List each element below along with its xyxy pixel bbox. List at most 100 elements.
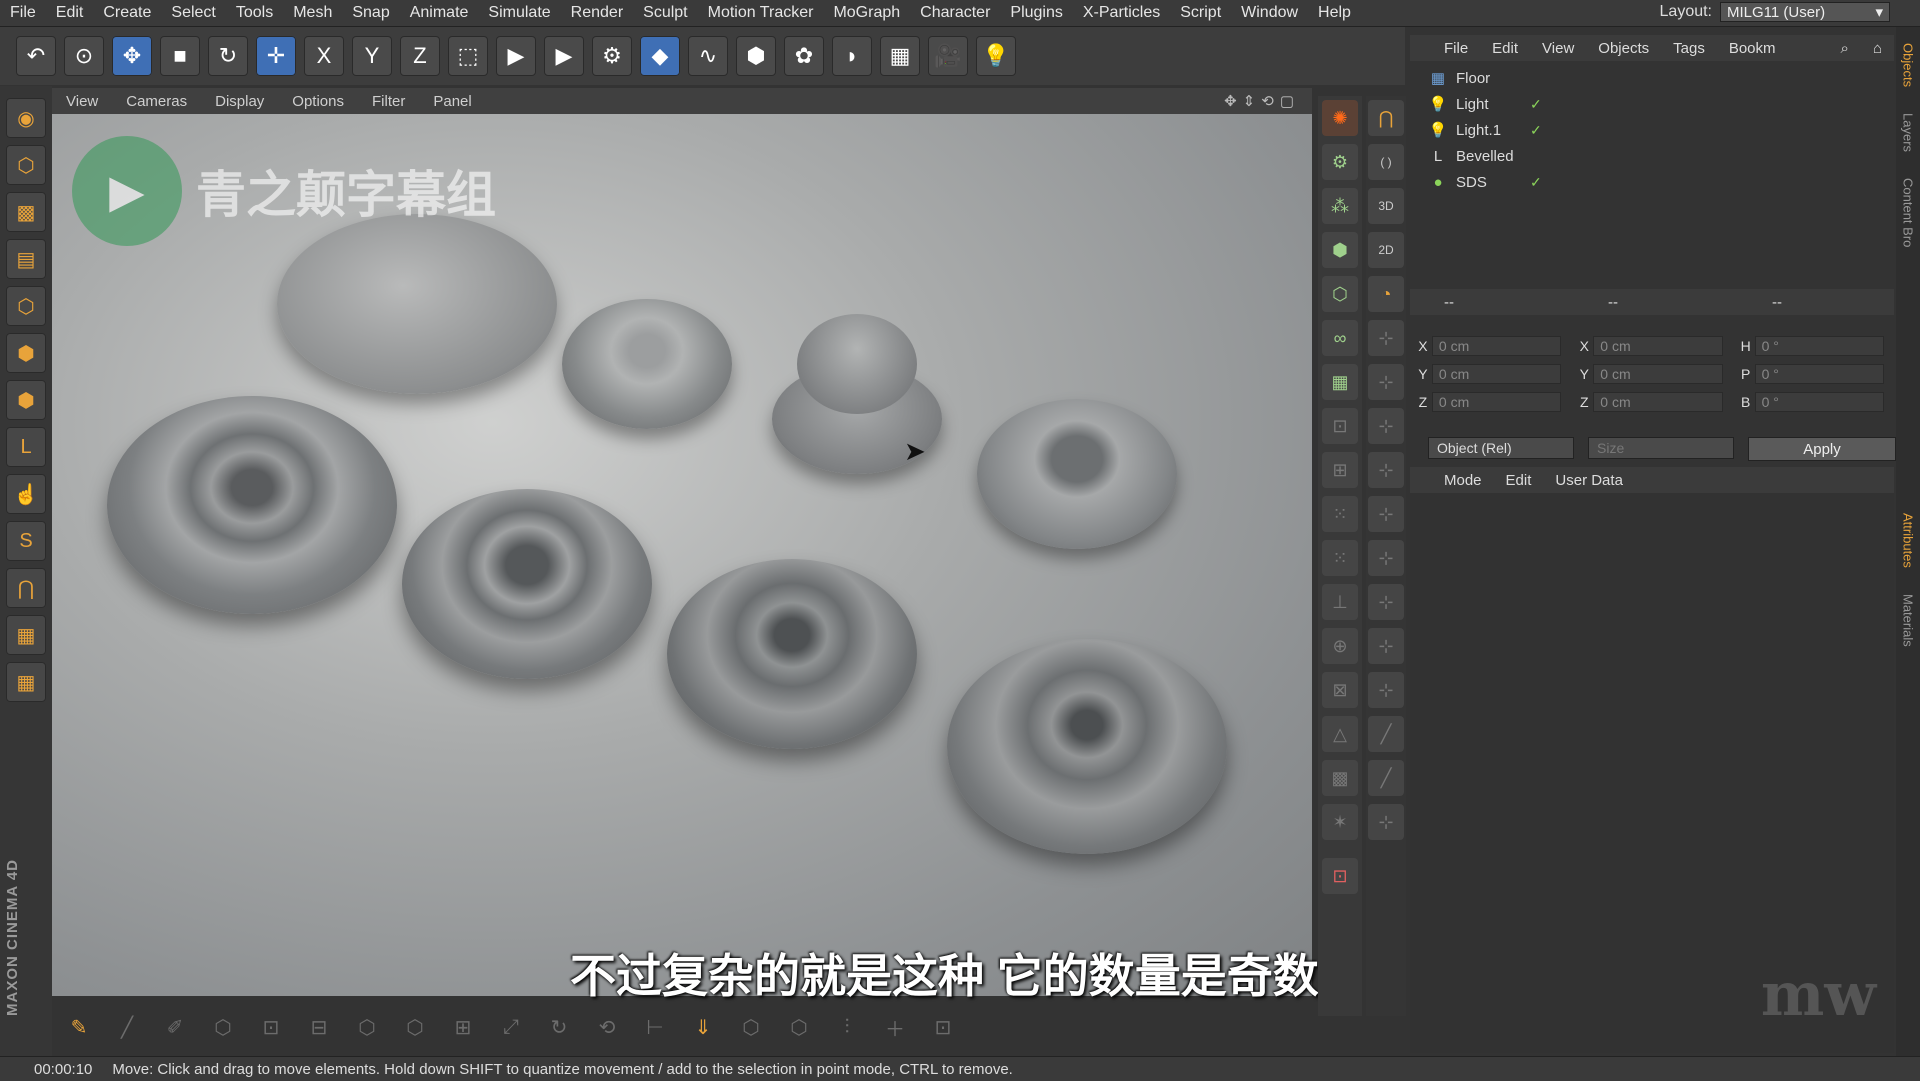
mograph-cloner-icon[interactable]: ⚙ xyxy=(1322,144,1358,180)
spline-icon[interactable]: ∿ xyxy=(688,36,728,76)
move-tool-icon[interactable]: ✥ xyxy=(112,36,152,76)
matrix-extrude-icon[interactable]: ⬡ xyxy=(348,1008,386,1046)
size-mode-select[interactable]: Size xyxy=(1588,437,1734,459)
mograph-matrix-icon[interactable]: ⬢ xyxy=(1322,232,1358,268)
menu-animate[interactable]: Animate xyxy=(400,4,479,22)
cube-primitive-icon[interactable]: ◆ xyxy=(640,36,680,76)
knife-tool-icon[interactable]: ⊠ xyxy=(1322,672,1358,708)
x-axis-lock-icon[interactable]: X xyxy=(304,36,344,76)
workplane-icon[interactable]: ▤ xyxy=(6,239,46,279)
snap-grid-point-icon[interactable]: ⊹ xyxy=(1368,584,1404,620)
snap-guide-icon[interactable]: ╱ xyxy=(1368,716,1404,752)
spin-edge-icon[interactable]: ＋ xyxy=(876,1008,914,1046)
size-z-field[interactable]: 0 cm xyxy=(1593,392,1723,412)
position-y-field[interactable]: 0 cm xyxy=(1431,364,1562,384)
objects-menu-objects[interactable]: Objects xyxy=(1586,40,1661,57)
rotation-h-field[interactable]: 0 ° xyxy=(1754,336,1885,356)
array-icon[interactable]: ✿ xyxy=(784,36,824,76)
snap-vertex-icon[interactable]: ⊹ xyxy=(1368,320,1404,356)
snap-magnet-icon[interactable]: ⋂ xyxy=(1368,100,1404,136)
objects-menu-bookmarks[interactable]: Bookm xyxy=(1717,40,1788,57)
align-tool-icon[interactable]: ⊡ xyxy=(1322,408,1358,444)
apply-button[interactable]: Apply xyxy=(1748,437,1896,461)
mograph-effector-icon[interactable]: ⬡ xyxy=(1322,276,1358,312)
menu-mograph[interactable]: MoGraph xyxy=(823,4,910,22)
menu-file[interactable]: File xyxy=(0,4,46,22)
weld-icon[interactable]: ⊡ xyxy=(924,1008,962,1046)
mirror-tool-icon[interactable]: ⊞ xyxy=(1322,452,1358,488)
snap-perpendicular-icon[interactable]: ╱ xyxy=(1368,760,1404,796)
smooth-shift-icon[interactable]: ⬡ xyxy=(396,1008,434,1046)
objects-menu-view[interactable]: View xyxy=(1530,40,1586,57)
menu-help[interactable]: Help xyxy=(1308,4,1361,22)
objects-menu-file[interactable]: File xyxy=(1410,40,1480,57)
viewport-menu-cameras[interactable]: Cameras xyxy=(112,93,201,110)
extrude-inner-icon[interactable]: ⊟ xyxy=(300,1008,338,1046)
scale-tool-icon[interactable]: ■ xyxy=(160,36,200,76)
snap-grid-line-icon[interactable]: ⊹ xyxy=(1368,628,1404,664)
menu-tools[interactable]: Tools xyxy=(226,4,283,22)
menu-window[interactable]: Window xyxy=(1231,4,1308,22)
extrude-tool-icon[interactable]: ⊥ xyxy=(1322,584,1358,620)
menu-x-particles[interactable]: X-Particles xyxy=(1073,4,1170,22)
solo-mode-icon[interactable]: S xyxy=(6,521,46,561)
z-axis-lock-icon[interactable]: Z xyxy=(400,36,440,76)
workplane-lock-icon[interactable]: ▦ xyxy=(6,615,46,655)
menu-create[interactable]: Create xyxy=(93,4,161,22)
visibility-check-icon[interactable]: ✓ xyxy=(1530,96,1542,113)
viewport-navigation-icons[interactable]: ✥⇕⟲▢ xyxy=(1224,92,1300,110)
mograph-fracture-icon[interactable]: ⁂ xyxy=(1322,188,1358,224)
polygon-pen-icon[interactable]: ✐ xyxy=(156,1008,194,1046)
menu-plugins[interactable]: Plugins xyxy=(1000,4,1072,22)
menu-mesh[interactable]: Mesh xyxy=(283,4,342,22)
normal-scale-icon[interactable]: ⤢ xyxy=(492,1008,530,1046)
texture-mode-icon[interactable]: ▩ xyxy=(6,192,46,232)
snap-auto-icon[interactable]: ( ) xyxy=(1368,144,1404,180)
visibility-check-icon[interactable]: ✓ xyxy=(1530,122,1542,139)
render-settings-icon[interactable]: ⚙ xyxy=(592,36,632,76)
3d-viewport[interactable]: ▶ 青之颠字幕组 ➤ xyxy=(52,114,1312,996)
polygons-mode-icon[interactable]: ⬢ xyxy=(6,380,46,420)
floor-scene-icon[interactable]: ▦ xyxy=(880,36,920,76)
position-z-field[interactable]: 0 cm xyxy=(1431,392,1562,412)
attributes-menu-mode[interactable]: Mode xyxy=(1410,472,1494,489)
points-mode-icon[interactable]: ⬡ xyxy=(6,286,46,326)
reverse-normals-icon[interactable]: ⊢ xyxy=(636,1008,674,1046)
size-x-field[interactable]: 0 cm xyxy=(1593,336,1723,356)
rotation-p-field[interactable]: 0 ° xyxy=(1754,364,1885,384)
axis-mode-icon[interactable]: L xyxy=(6,427,46,467)
normal-rotate-icon[interactable]: ↻ xyxy=(540,1008,578,1046)
menu-sculpt[interactable]: Sculpt xyxy=(633,4,697,22)
home-icon[interactable]: ⌂ xyxy=(1861,40,1894,57)
snap-settings-icon[interactable]: ✺ xyxy=(1322,100,1358,136)
objects-menu-tags[interactable]: Tags xyxy=(1661,40,1717,57)
object-row-floor[interactable]: ▦ Floor xyxy=(1410,65,1894,91)
coordinate-mode-select[interactable]: Object (Rel) xyxy=(1428,437,1574,459)
layout-select[interactable]: MILG11 (User) ▾ xyxy=(1720,2,1890,22)
menu-simulate[interactable]: Simulate xyxy=(478,4,560,22)
edges-mode-icon[interactable]: ⬢ xyxy=(6,333,46,373)
model-mode-icon[interactable]: ⬡ xyxy=(6,145,46,185)
viewport-menu-filter[interactable]: Filter xyxy=(358,93,419,110)
snap-2d-icon[interactable]: 2D xyxy=(1368,232,1404,268)
viewport-menu-display[interactable]: Display xyxy=(201,93,278,110)
snap-quantize-icon[interactable]: ◔ xyxy=(1368,276,1404,312)
menu-character[interactable]: Character xyxy=(910,4,1000,22)
live-selection-icon[interactable]: ⊙ xyxy=(64,36,104,76)
render-picture-viewer-icon[interactable]: ▶ xyxy=(544,36,584,76)
bevel-icon[interactable]: ⬡ xyxy=(204,1008,242,1046)
set-point-value-icon[interactable]: ⬡ xyxy=(780,1008,818,1046)
dots-grid-icon[interactable]: ⁙ xyxy=(1322,540,1358,576)
snap-icon[interactable]: ⋂ xyxy=(6,568,46,608)
brush-tool-icon[interactable]: ✎ xyxy=(60,1008,98,1046)
snap-intersection-icon[interactable]: ⊹ xyxy=(1368,672,1404,708)
tab-layers[interactable]: Layers xyxy=(1901,113,1916,152)
tab-materials[interactable]: Materials xyxy=(1901,594,1916,647)
grid-snap-icon[interactable]: ▦ xyxy=(6,662,46,702)
attributes-menu-edit[interactable]: Edit xyxy=(1494,472,1544,489)
loop-cut-icon[interactable]: ⊕ xyxy=(1322,628,1358,664)
objects-menu-edit[interactable]: Edit xyxy=(1480,40,1530,57)
camera-icon[interactable]: 🎥 xyxy=(928,36,968,76)
object-row-bevelled[interactable]: L Bevelled xyxy=(1410,143,1894,169)
deformer-icon[interactable]: ◗ xyxy=(832,36,872,76)
